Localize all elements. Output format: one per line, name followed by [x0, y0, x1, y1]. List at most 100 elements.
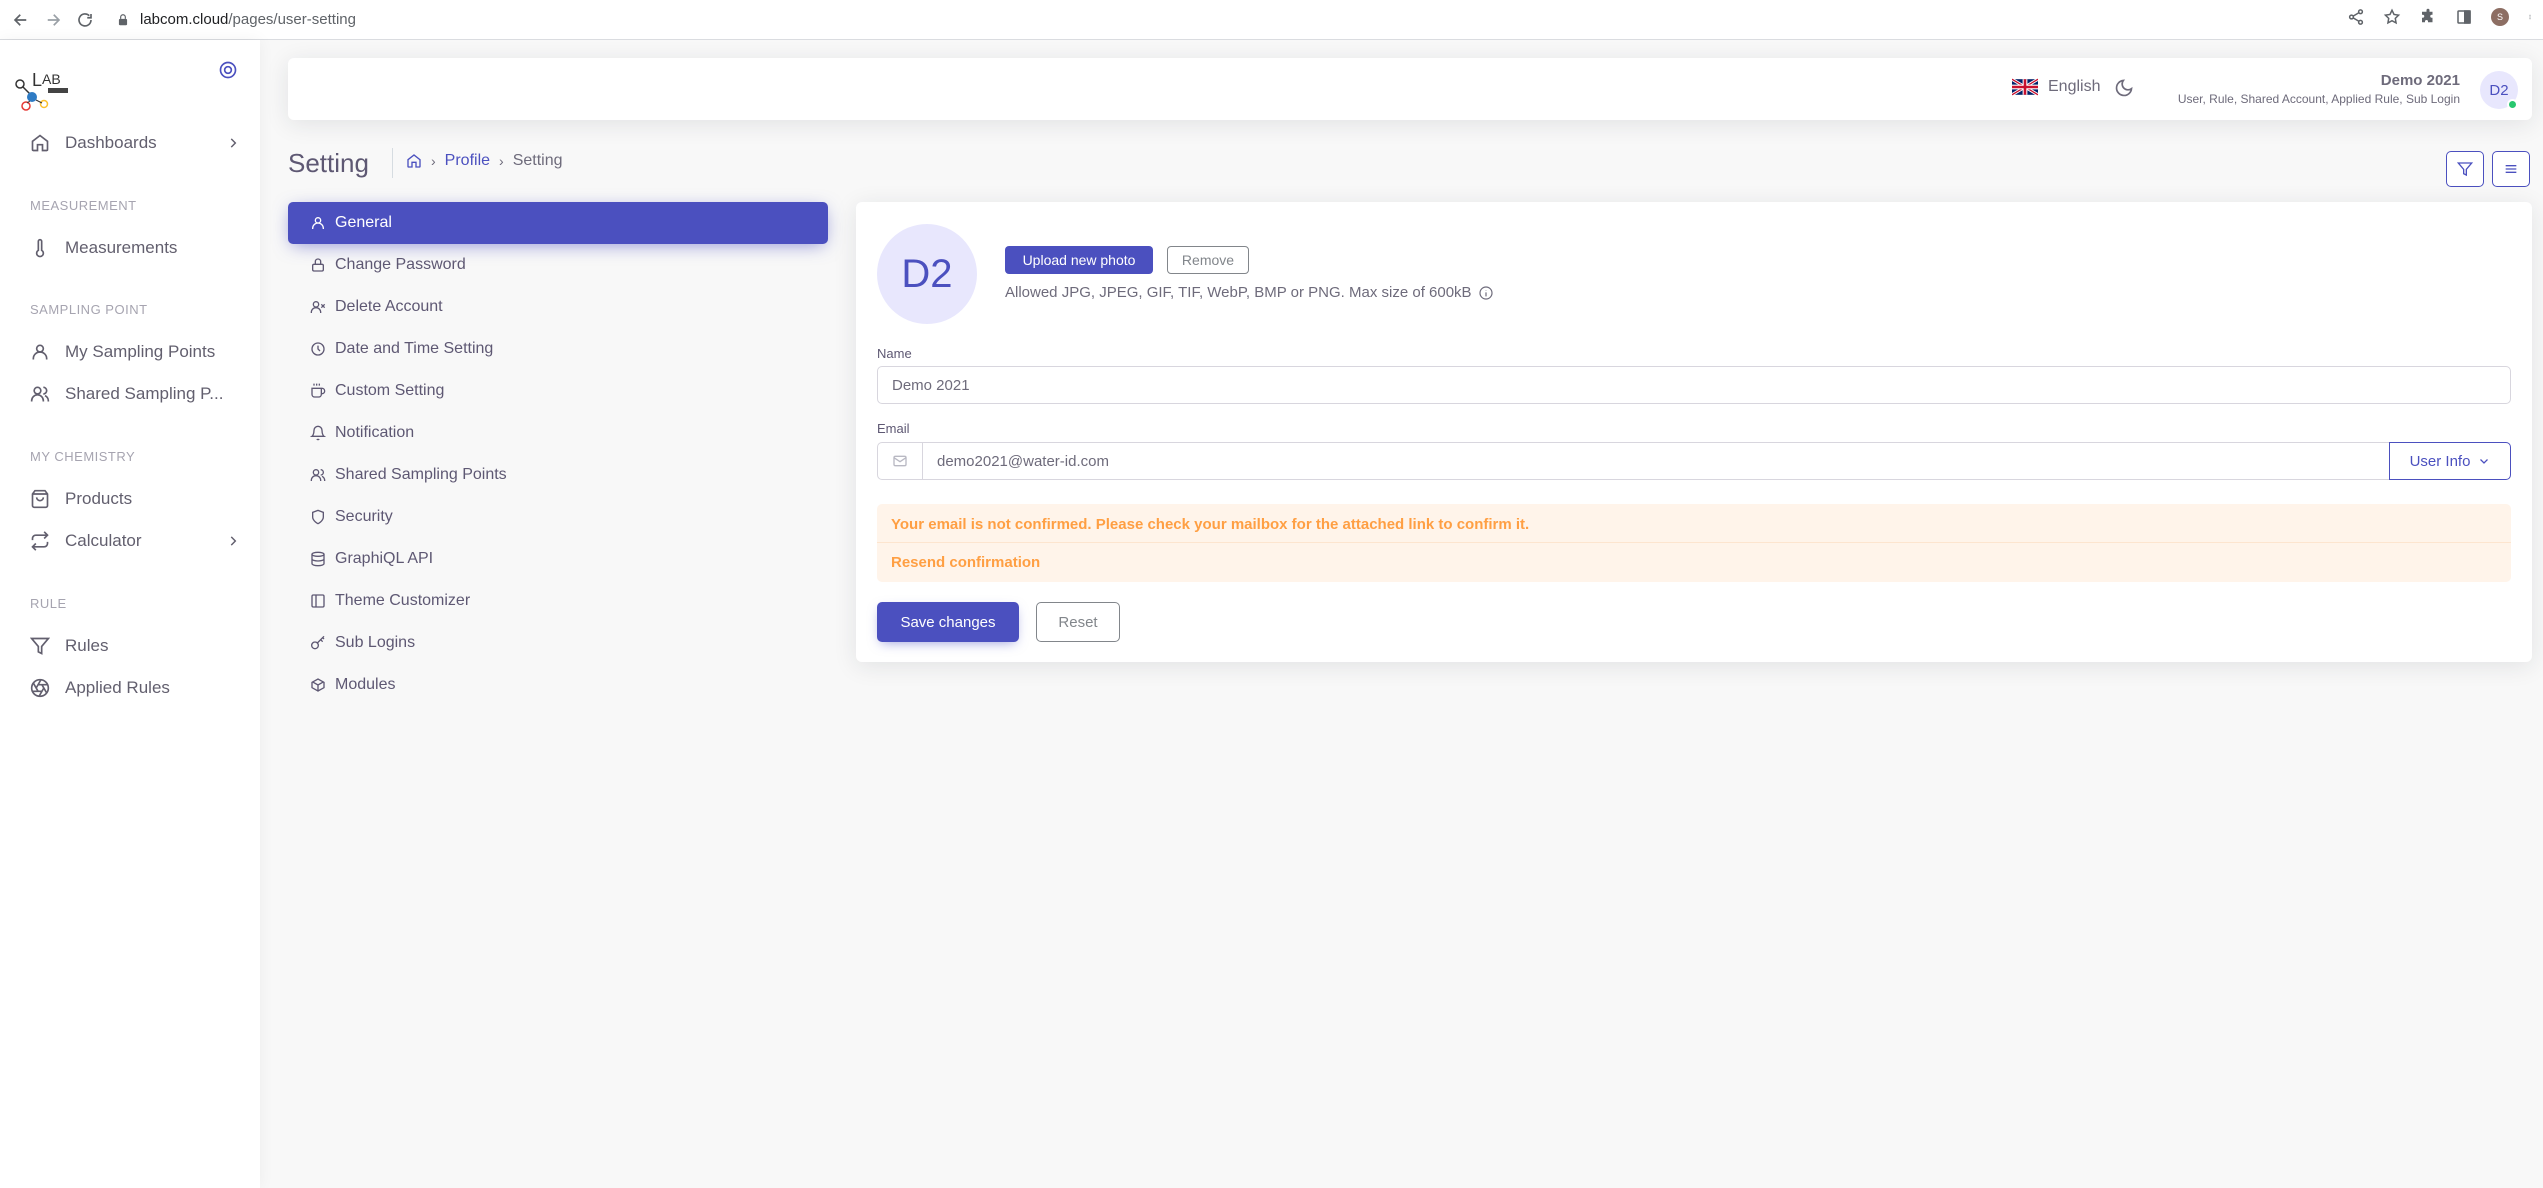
- sidebar-item-label: Applied Rules: [65, 678, 170, 697]
- settings-tab-notification[interactable]: Notification: [288, 412, 828, 454]
- arrow-left-icon: [13, 13, 27, 26]
- forward-button[interactable]: [42, 9, 64, 31]
- sidebar-item-rules[interactable]: Rules: [30, 631, 240, 661]
- svg-text:L: L: [32, 70, 42, 90]
- language-label: English: [2048, 78, 2101, 95]
- arrow-right-icon: [47, 13, 61, 26]
- sidebar-item-label: My Sampling Points: [65, 342, 216, 361]
- general-settings-card: D2 Upload new photo Remove Allowed JPG, …: [856, 202, 2532, 662]
- main-sidebar: L AB Dashboards MEASUREMENT Measurements…: [0, 40, 260, 1188]
- user-roles: User, Rule, Shared Account, Applied Rule…: [2177, 92, 2460, 106]
- email-prefix: [877, 442, 923, 480]
- settings-tab-label: Delete Account: [335, 298, 443, 315]
- user-icon: [32, 344, 48, 360]
- share-icon[interactable]: [2347, 8, 2365, 26]
- repeat-icon: [31, 531, 49, 551]
- info-icon[interactable]: [1478, 285, 1494, 301]
- labcom-logo: L AB: [15, 70, 68, 111]
- lock-icon: [312, 258, 324, 272]
- coffee-icon: [311, 383, 326, 398]
- user-info-dropdown[interactable]: User Info: [2389, 442, 2511, 480]
- home-icon: [31, 134, 49, 152]
- address-bar[interactable]: labcom.cloud/pages/user-setting: [116, 11, 356, 28]
- chevron-right-icon: [230, 536, 237, 546]
- title-divider: [392, 148, 393, 178]
- settings-tab-modules[interactable]: Modules: [288, 664, 828, 706]
- resend-confirmation-link[interactable]: Resend confirmation: [891, 554, 1040, 571]
- breadcrumb-separator: ›: [431, 153, 436, 169]
- sidebar-toggle-icon[interactable]: [218, 60, 238, 80]
- settings-tab-theme-customizer[interactable]: Theme Customizer: [288, 580, 828, 622]
- settings-tab-label: General: [335, 214, 392, 231]
- settings-tab-change-password[interactable]: Change Password: [288, 244, 828, 286]
- clock-icon: [311, 342, 325, 356]
- settings-tab-security[interactable]: Security: [288, 496, 828, 538]
- menu-button[interactable]: [2492, 151, 2530, 187]
- back-button[interactable]: [10, 9, 32, 31]
- breadcrumb-setting: Setting: [512, 152, 563, 169]
- email-field[interactable]: [922, 442, 2390, 480]
- upload-photo-button[interactable]: Upload new photo: [1005, 246, 1153, 274]
- sidebar-item-applied-rules[interactable]: Applied Rules: [30, 673, 240, 703]
- settings-tab-graphiql-api[interactable]: GraphiQL API: [288, 538, 828, 580]
- extensions-icon[interactable]: [2419, 8, 2437, 26]
- save-button[interactable]: Save changes: [877, 602, 1019, 642]
- language-dropdown[interactable]: English: [2012, 78, 2100, 96]
- user-name[interactable]: Demo 2021: [2381, 72, 2460, 89]
- breadcrumb-profile[interactable]: Profile: [445, 152, 490, 170]
- chevron-right-icon: [230, 138, 237, 148]
- top-navbar: English Demo 2021 User, Rule, Shared Acc…: [288, 58, 2532, 120]
- nav-section-header-measurement: MEASUREMENT: [30, 198, 137, 213]
- filter-button[interactable]: [2446, 151, 2484, 187]
- sidebar-item-shared-sampling-points[interactable]: Shared Sampling P...: [30, 379, 240, 409]
- star-icon[interactable]: [2383, 8, 2401, 26]
- reload-button[interactable]: [74, 9, 96, 31]
- online-status-badge: [2507, 99, 2518, 110]
- thermometer-icon: [35, 238, 45, 258]
- lock-icon: [118, 13, 128, 25]
- sidebar-item-products[interactable]: Products: [30, 484, 240, 514]
- browser-profile-avatar[interactable]: S: [2491, 8, 2509, 26]
- settings-tab-label: Security: [335, 508, 393, 525]
- sidepanel-icon[interactable]: [2455, 8, 2473, 26]
- remove-photo-button[interactable]: Remove: [1167, 246, 1249, 274]
- settings-tab-label: Sub Logins: [335, 634, 416, 651]
- url-path: /pages/user-setting: [228, 11, 356, 28]
- settings-tab-label: GraphiQL API: [335, 550, 434, 567]
- browser-toolbar: labcom.cloud/pages/user-setting S: [0, 0, 2543, 40]
- kebab-menu-icon[interactable]: [2527, 8, 2533, 26]
- user-icon: [312, 217, 324, 229]
- nav-section-header-sampling-point: SAMPLING POINT: [30, 302, 148, 317]
- settings-tab-sub-logins[interactable]: Sub Logins: [288, 622, 828, 664]
- bell-icon: [310, 425, 326, 441]
- menu-icon: [2505, 165, 2517, 173]
- settings-tab-delete-account[interactable]: Delete Account: [288, 286, 828, 328]
- settings-tab-date-time[interactable]: Date and Time Setting: [288, 328, 828, 370]
- svg-text:AB: AB: [42, 71, 61, 87]
- sidebar-item-calculator[interactable]: Calculator: [30, 526, 240, 556]
- settings-tab-label: Date and Time Setting: [335, 340, 494, 357]
- aperture-icon: [30, 678, 50, 698]
- email-label: Email: [877, 421, 910, 436]
- sidebar-item-measurements[interactable]: Measurements: [30, 233, 240, 263]
- sidebar-item-dashboards[interactable]: Dashboards: [30, 128, 240, 158]
- reload-icon: [78, 12, 92, 27]
- home-icon[interactable]: [406, 153, 422, 169]
- url-host: labcom.cloud: [140, 11, 229, 28]
- alert-divider: [877, 542, 2511, 543]
- settings-tab-label: Notification: [335, 424, 415, 441]
- sidebar-item-label: Measurements: [65, 238, 178, 257]
- settings-tab-label: Change Password: [335, 256, 466, 273]
- nav-section-header-my-chemistry: MY CHEMISTRY: [30, 449, 136, 464]
- reset-button[interactable]: Reset: [1036, 602, 1120, 642]
- sidebar-item-my-sampling-points[interactable]: My Sampling Points: [30, 337, 240, 367]
- name-input[interactable]: [877, 366, 2511, 404]
- user-info-label: User Info: [2409, 452, 2471, 470]
- settings-tab-general[interactable]: General: [288, 202, 828, 244]
- settings-tab-shared-sampling-points[interactable]: Shared Sampling Points: [288, 454, 828, 496]
- moon-icon[interactable]: [2114, 78, 2134, 98]
- settings-tab-label: Shared Sampling Points: [335, 466, 507, 483]
- settings-tab-custom-setting[interactable]: Custom Setting: [288, 370, 828, 412]
- sidebar-item-label: Rules: [65, 636, 109, 655]
- name-label: Name: [877, 346, 912, 361]
